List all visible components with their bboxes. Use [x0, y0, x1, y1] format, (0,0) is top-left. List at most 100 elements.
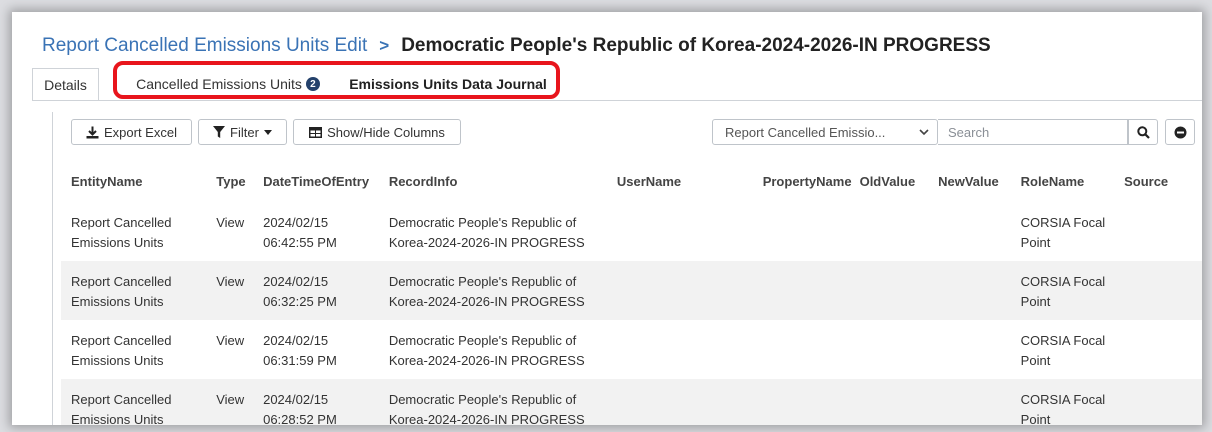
clear-search-button[interactable] [1165, 119, 1195, 145]
column-header-username[interactable]: UserName [617, 160, 740, 202]
column-header-source[interactable]: Source [1124, 160, 1202, 202]
tab-cancelled-emissions-units[interactable]: Cancelled Emissions Units 2 [120, 68, 336, 100]
cell-date: 2024/02/15 [263, 274, 329, 289]
cell-datetimeofentry: 2024/02/15 06:42:55 PM [263, 202, 389, 261]
search-input[interactable] [938, 119, 1128, 145]
column-header-recordinfo[interactable]: RecordInfo [389, 160, 617, 202]
cell-username [617, 320, 740, 379]
column-header-newvalue[interactable]: NewValue [938, 160, 1021, 202]
cell-datetimeofentry: 2024/02/15 06:32:25 PM [263, 261, 389, 320]
table-row[interactable]: Report Cancelled Emissions Units View 202… [61, 320, 1202, 379]
breadcrumb-parent-link[interactable]: Report Cancelled Emissions Units Edit [42, 35, 367, 57]
search-button[interactable] [1128, 119, 1158, 145]
cell-source [1124, 261, 1202, 320]
export-excel-label: Export Excel [104, 124, 177, 140]
entity-select[interactable]: Report Cancelled Emissio... [712, 119, 938, 145]
cell-newvalue [938, 261, 1021, 320]
cell-entityname: Report Cancelled Emissions Units [61, 379, 217, 425]
cell-date: 2024/02/15 [263, 215, 329, 230]
column-header-rolename[interactable]: RoleName [1021, 160, 1124, 202]
cell-time: 06:28:52 PM [263, 412, 337, 425]
column-header-datetimeofentry[interactable]: DateTimeOfEntry [263, 160, 389, 202]
export-excel-button[interactable]: Export Excel [71, 119, 192, 145]
cell-newvalue [938, 379, 1021, 425]
cell-time: 06:32:25 PM [263, 294, 337, 309]
caret-down-icon [263, 129, 272, 135]
page-title: Democratic People's Republic of Korea-20… [401, 35, 991, 56]
cell-datetimeofentry: 2024/02/15 06:28:52 PM [263, 379, 389, 425]
download-icon [86, 126, 99, 138]
column-header-entityname[interactable]: EntityName [61, 160, 216, 202]
column-header-type[interactable]: Type [216, 160, 263, 202]
cell-date: 2024/02/15 [263, 333, 329, 348]
tab-journal-label: Emissions Units Data Journal [349, 76, 547, 92]
journal-panel: Export Excel Filter Show/Hide Columns Re… [52, 112, 1202, 425]
cell-entityname: Report Cancelled Emissions Units [61, 261, 217, 320]
count-badge: 2 [305, 77, 320, 91]
cell-propertyname [740, 320, 860, 379]
cell-entityname-line1: Report Cancelled [71, 333, 172, 348]
cell-type: View [216, 379, 264, 425]
cell-newvalue [938, 320, 1021, 379]
journal-table: EntityName Type DateTimeOfEntry RecordIn… [61, 160, 1202, 425]
cell-recordinfo-link[interactable]: Democratic People's Republic of Korea-202… [389, 202, 617, 261]
cell-entityname-line2: Emissions Units [71, 235, 164, 250]
cell-rolename: CORSIA Focal Point [1021, 320, 1124, 379]
tab-emissions-units-data-journal[interactable]: Emissions Units Data Journal [342, 68, 554, 100]
cell-rolename-line1: CORSIA Focal [1020, 333, 1106, 348]
cell-rolename-line2: Point [1020, 235, 1051, 250]
search-icon [1136, 125, 1150, 139]
filter-icon [213, 126, 226, 138]
cell-recordinfo-link[interactable]: Democratic People's Republic of Korea-202… [388, 379, 617, 425]
cell-datetimeofentry: 2024/02/15 06:31:59 PM [263, 320, 389, 379]
cell-entityname-line2: Emissions Units [71, 353, 164, 368]
cell-rolename-line1: CORSIA Focal [1020, 215, 1106, 230]
cell-entityname-line1: Report Cancelled [71, 274, 172, 289]
grid-toolbar: Export Excel Filter Show/Hide Columns Re… [71, 119, 1202, 145]
cell-recordinfo-line1: Democratic People's Republic of [388, 215, 577, 230]
cell-recordinfo-line1: Democratic People's Republic of [388, 392, 577, 407]
table-row[interactable]: Report Cancelled Emissions Units View 202… [61, 202, 1202, 261]
column-header-oldvalue[interactable]: OldValue [860, 160, 939, 202]
cell-propertyname [740, 261, 860, 320]
cell-oldvalue [859, 379, 939, 425]
cell-entityname-line2: Emissions Units [71, 412, 164, 425]
cell-source [1124, 202, 1202, 261]
cell-recordinfo-line1: Democratic People's Republic of [388, 274, 577, 289]
column-header-propertyname[interactable]: PropertyName [740, 160, 860, 202]
cell-username [617, 202, 740, 261]
cell-oldvalue [860, 320, 939, 379]
cell-rolename: CORSIA Focal Point [1020, 379, 1125, 425]
show-hide-columns-label: Show/Hide Columns [327, 124, 445, 140]
table-row[interactable]: Report Cancelled Emissions Units View 202… [61, 261, 1202, 320]
cell-recordinfo-line2: Korea-2024-2026-IN PROGRESS [388, 294, 585, 309]
table-row[interactable]: Report Cancelled Emissions Units View 202… [61, 379, 1202, 425]
table-header-row: EntityName Type DateTimeOfEntry RecordIn… [61, 160, 1202, 202]
cell-rolename: CORSIA Focal Point [1020, 261, 1125, 320]
cell-rolename-line2: Point [1020, 294, 1051, 309]
cell-username [616, 261, 741, 320]
cell-type: View [216, 215, 245, 230]
cell-type: View [216, 333, 245, 348]
filter-button[interactable]: Filter [198, 119, 287, 145]
cell-rolename-line2: Point [1020, 353, 1051, 368]
cell-source [1124, 320, 1202, 379]
cell-oldvalue [860, 202, 939, 261]
cell-propertyname [740, 202, 860, 261]
cell-date: 2024/02/15 [263, 392, 329, 407]
cell-recordinfo-line2: Korea-2024-2026-IN PROGRESS [388, 353, 585, 368]
cell-recordinfo-link[interactable]: Democratic People's Republic of Korea-202… [389, 320, 617, 379]
cell-recordinfo-link[interactable]: Democratic People's Republic of Korea-202… [388, 261, 617, 320]
tab-details-label: Details [44, 76, 87, 93]
table-columns-icon [309, 126, 323, 138]
tab-cancelled-label: Cancelled Emissions Units [136, 76, 302, 92]
cell-source [1124, 379, 1202, 425]
cell-entityname-line1: Report Cancelled [71, 215, 172, 230]
cell-propertyname [740, 379, 860, 425]
cell-recordinfo-line2: Korea-2024-2026-IN PROGRESS [388, 412, 585, 425]
tab-details[interactable]: Details [32, 68, 99, 100]
show-hide-columns-button[interactable]: Show/Hide Columns [293, 119, 461, 145]
cell-entityname-line2: Emissions Units [71, 294, 164, 309]
cell-rolename: CORSIA Focal Point [1021, 202, 1124, 261]
cell-recordinfo-line2: Korea-2024-2026-IN PROGRESS [388, 235, 585, 250]
